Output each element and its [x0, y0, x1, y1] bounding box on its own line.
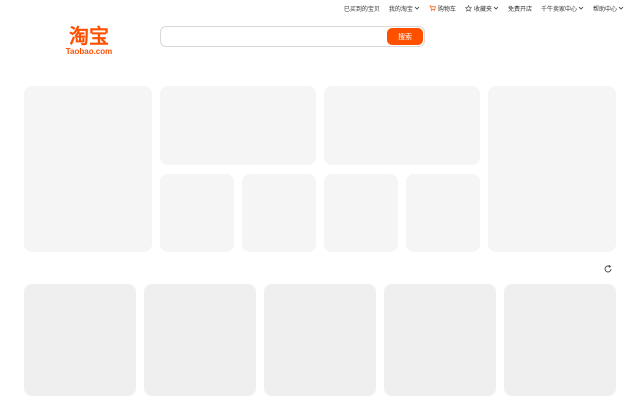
skeleton-product-card: [264, 284, 376, 396]
top-nav-help[interactable]: 帮助中心: [593, 4, 624, 13]
logo-text: 淘宝: [69, 24, 109, 48]
cart-icon: [429, 5, 436, 11]
taobao-home: 已买到的宝贝 我的淘宝 购物车 收藏夹 免费开店 千牛卖家中心 帮助中心 淘宝: [0, 0, 640, 400]
skeleton-product-card: [384, 284, 496, 396]
skeleton-tile-3: [324, 174, 398, 252]
skeleton-left-panel: [24, 86, 152, 252]
top-nav-open-store[interactable]: 免费开店: [508, 4, 532, 13]
skeleton-banner-2: [324, 86, 480, 165]
skeleton-product-card: [24, 284, 136, 396]
logo-subtext: Taobao.com: [65, 47, 113, 56]
skeleton-tile-4: [406, 174, 480, 252]
search-input[interactable]: [165, 29, 385, 44]
skeleton-tile-2: [242, 174, 316, 252]
top-nav-help-label: 帮助中心: [592, 5, 617, 13]
skeleton-banner-1: [160, 86, 316, 165]
top-nav-seller-center[interactable]: 千牛卖家中心: [541, 4, 584, 13]
top-nav-my-taobao[interactable]: 我的淘宝: [389, 4, 420, 13]
refresh-icon[interactable]: [603, 264, 613, 274]
skeleton-tile-1: [160, 174, 234, 252]
top-nav-my-taobao-label: 我的淘宝: [388, 5, 413, 13]
chevron-down-icon: [414, 6, 420, 10]
taobao-logo[interactable]: 淘宝 Taobao.com: [60, 26, 118, 56]
skeleton-product-card: [144, 284, 256, 396]
top-nav-favorites[interactable]: 收藏夹: [464, 4, 499, 13]
top-nav-purchased-label: 已买到的宝贝: [343, 5, 380, 13]
chevron-down-icon: [618, 6, 624, 10]
skeleton-right-panel: [488, 86, 616, 252]
search-bar: 搜索: [160, 26, 425, 47]
star-icon: [464, 4, 472, 12]
top-nav-purchased[interactable]: 已买到的宝贝: [344, 4, 380, 13]
top-nav-cart[interactable]: 购物车: [429, 4, 456, 13]
chevron-down-icon: [578, 6, 584, 10]
top-nav-open-store-label: 免费开店: [507, 5, 532, 13]
search-button[interactable]: 搜索: [387, 28, 423, 45]
chevron-down-icon: [493, 6, 499, 10]
top-nav-favorites-label: 收藏夹: [473, 5, 492, 13]
top-nav-cart-label: 购物车: [437, 5, 456, 13]
skeleton-product-card: [504, 284, 616, 396]
top-nav-seller-center-label: 千牛卖家中心: [540, 5, 577, 13]
top-nav-bar: 已买到的宝贝 我的淘宝 购物车 收藏夹 免费开店 千牛卖家中心 帮助中心: [335, 2, 624, 14]
